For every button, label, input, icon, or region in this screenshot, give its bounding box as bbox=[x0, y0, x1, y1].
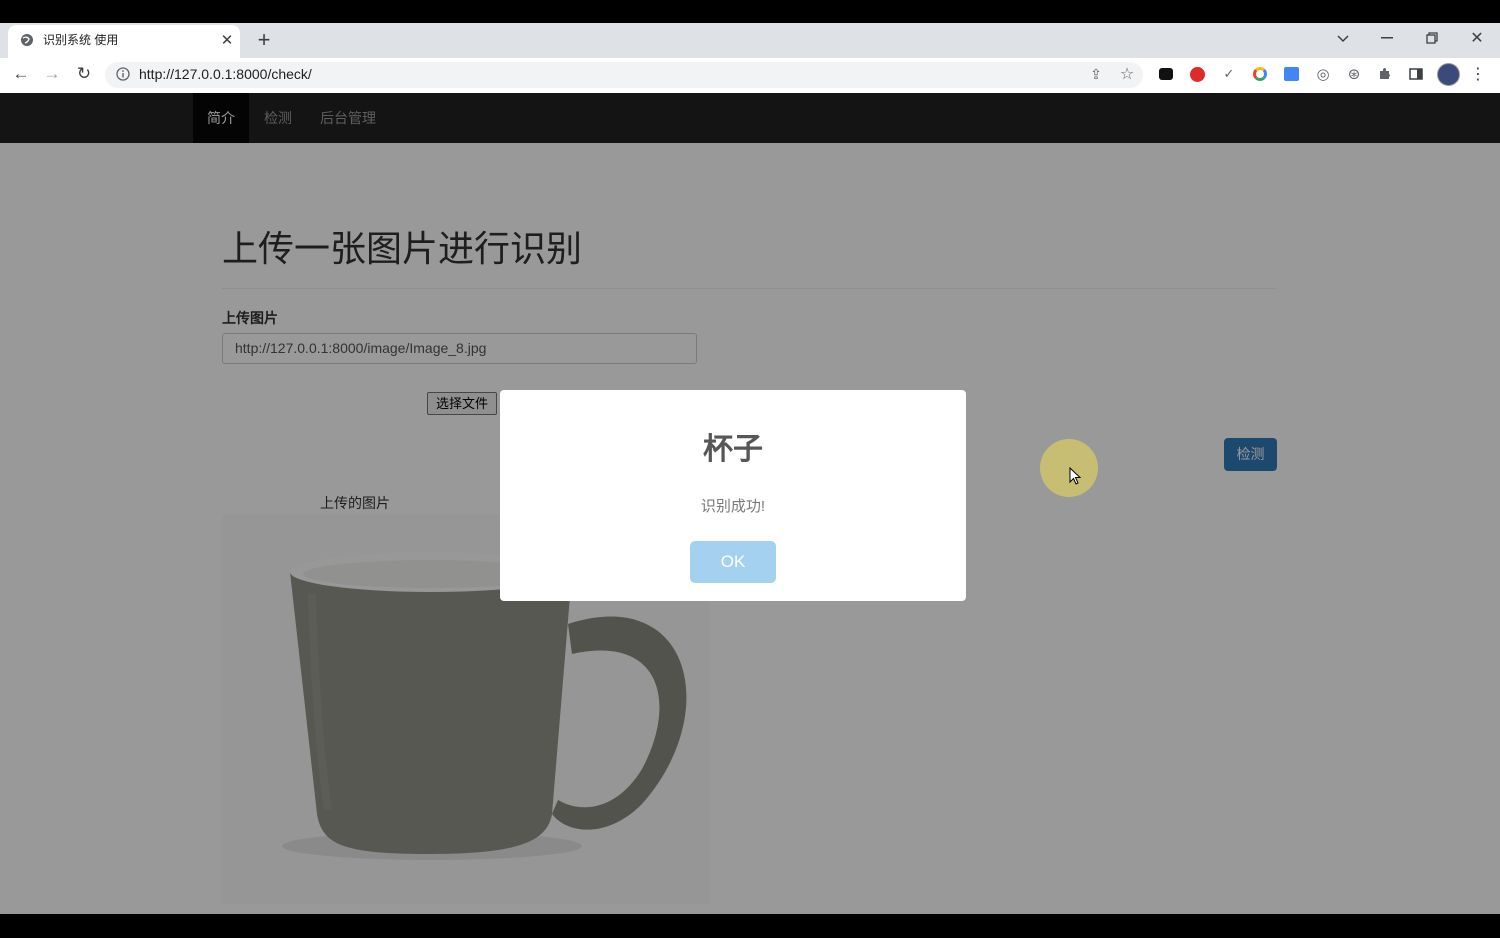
tab-title: 识别系统 使用 bbox=[43, 33, 119, 47]
side-panel-icon[interactable] bbox=[1406, 64, 1426, 84]
close-window-icon[interactable]: ✕ bbox=[1467, 28, 1487, 48]
site-info-icon[interactable] bbox=[115, 66, 131, 82]
forward-icon[interactable]: → bbox=[42, 64, 62, 84]
globe-icon bbox=[18, 31, 36, 49]
reload-icon[interactable]: ↻ bbox=[74, 64, 94, 84]
cursor-icon bbox=[1068, 466, 1082, 486]
menu-kebab-icon[interactable]: ⋮ bbox=[1468, 64, 1488, 84]
screen-bottom-bar bbox=[0, 914, 1500, 938]
page-content: 简介 检测 后台管理 上传一张图片进行识别 上传图片 http://127.0.… bbox=[0, 93, 1500, 914]
back-icon[interactable]: ← bbox=[11, 64, 31, 84]
translate-extension-icon[interactable] bbox=[1282, 65, 1300, 83]
extension-icon[interactable] bbox=[1157, 65, 1175, 83]
adblock-extension-icon[interactable] bbox=[1188, 65, 1206, 83]
restore-icon[interactable] bbox=[1422, 28, 1442, 48]
minimize-icon[interactable] bbox=[1377, 28, 1397, 48]
tab-close-icon[interactable]: ✕ bbox=[218, 31, 236, 49]
url-text: http://127.0.0.1:8000/check/ bbox=[139, 66, 312, 82]
share-icon[interactable]: ⇪ bbox=[1086, 64, 1106, 84]
modal-title: 杯子 bbox=[703, 433, 763, 466]
new-tab-button[interactable]: + bbox=[253, 27, 275, 52]
alert-modal: 杯子 识别成功! OK bbox=[500, 390, 966, 601]
tab-search-icon[interactable] bbox=[1333, 29, 1353, 49]
bookmark-star-icon[interactable]: ☆ bbox=[1117, 64, 1137, 84]
modal-message: 识别成功! bbox=[700, 498, 766, 515]
check-extension-icon[interactable]: ✓ bbox=[1219, 64, 1239, 84]
circle-extension-icon[interactable]: ⊛ bbox=[1344, 64, 1364, 84]
avatar[interactable] bbox=[1437, 63, 1460, 86]
code-extension-icon[interactable]: ◎ bbox=[1313, 64, 1333, 84]
extensions-puzzle-icon[interactable] bbox=[1375, 64, 1395, 84]
color-extension-icon[interactable] bbox=[1251, 65, 1269, 83]
ok-button[interactable]: OK bbox=[690, 541, 776, 583]
